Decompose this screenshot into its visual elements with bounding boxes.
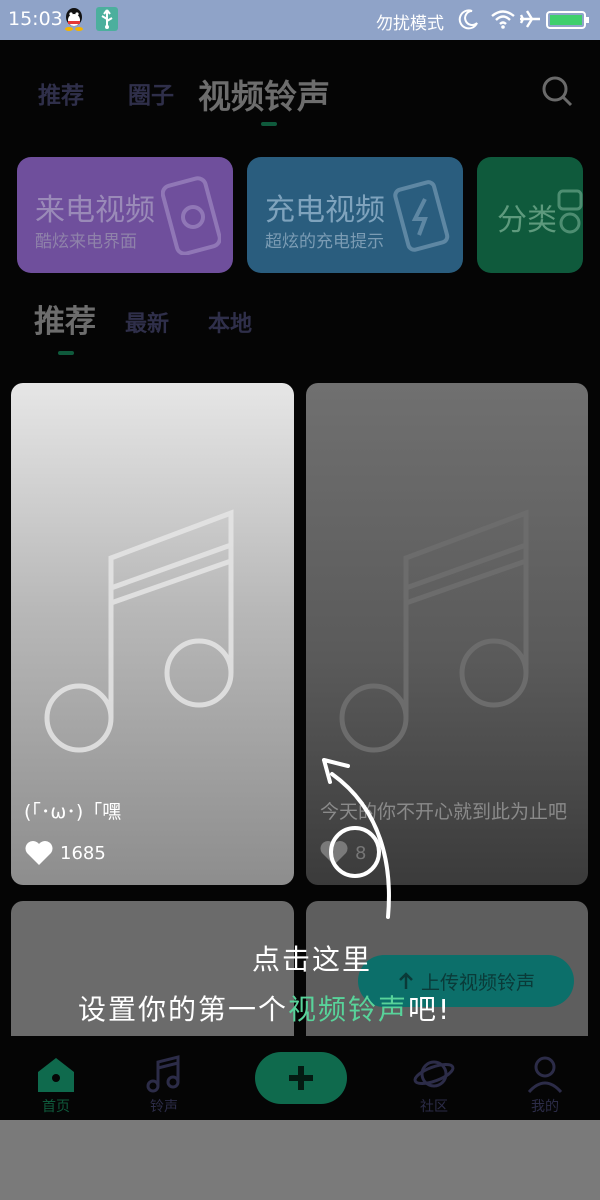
battery-charge-icon bbox=[393, 180, 450, 252]
plus-icon bbox=[289, 1066, 313, 1090]
nav-label: 社区 bbox=[420, 1099, 448, 1115]
moon-icon bbox=[458, 9, 478, 30]
tab-local[interactable]: 本地 bbox=[208, 306, 252, 338]
banner-title: 来电视频 bbox=[35, 193, 155, 228]
bottom-nav: 首页 铃声 社区 我的 bbox=[0, 1036, 600, 1120]
dnd-text: 勿扰模式 bbox=[376, 14, 444, 34]
video-card[interactable]: (「･ω･)「嘿 1685 bbox=[11, 383, 294, 885]
tab-circle[interactable]: 圈子 bbox=[128, 76, 174, 110]
user-icon bbox=[527, 1056, 563, 1094]
status-time: 15:03 bbox=[8, 8, 63, 30]
card-title: (「･ω･)「嘿 bbox=[24, 801, 122, 823]
category-icon bbox=[557, 189, 583, 234]
guide-text-suffix: 吧! bbox=[408, 993, 452, 1026]
home-icon bbox=[38, 1058, 74, 1092]
nav-label: 铃声 bbox=[150, 1099, 178, 1115]
search-icon[interactable] bbox=[540, 74, 574, 108]
guide-text-line1: 点击这里 bbox=[252, 943, 373, 976]
nav-label: 我的 bbox=[531, 1099, 559, 1115]
banner-title: 分类 bbox=[497, 203, 557, 238]
banner-subtitle: 酷炫来电界面 bbox=[35, 232, 137, 252]
like-count-value: 1685 bbox=[60, 842, 106, 864]
status-bar: 15:03 勿扰模式 bbox=[0, 0, 600, 40]
banner-charging-video[interactable]: 充电视频 超炫的充电提示 bbox=[247, 157, 463, 273]
nav-community[interactable]: 社区 bbox=[394, 1054, 474, 1116]
banner-subtitle: 超炫的充电提示 bbox=[265, 232, 384, 252]
banner-category[interactable]: 分类 bbox=[477, 157, 583, 273]
tab-recommend[interactable]: 推荐 bbox=[38, 76, 84, 110]
guide-arrow-icon bbox=[322, 758, 391, 919]
qq-icon bbox=[65, 8, 83, 31]
banner-title: 充电视频 bbox=[265, 193, 385, 228]
active-tab-indicator bbox=[261, 122, 277, 126]
system-nav-area bbox=[0, 1120, 600, 1200]
banner-incoming-call-video[interactable]: 来电视频 酷炫来电界面 bbox=[17, 157, 233, 273]
app-main: 推荐 圈子 视频铃声 来电视频 酷炫来电界面 充电视频 超炫的充电提示 分类 推… bbox=[0, 40, 600, 1120]
music-note-icon bbox=[44, 509, 234, 753]
phone-icon bbox=[161, 176, 221, 255]
guide-text-highlight: 视频铃声 bbox=[288, 993, 409, 1026]
like-count[interactable]: 1685 bbox=[24, 840, 106, 866]
heart-icon bbox=[25, 841, 53, 865]
top-tab-bar: 推荐 圈子 视频铃声 bbox=[0, 40, 600, 140]
tab-latest[interactable]: 最新 bbox=[125, 306, 169, 338]
guide-text-line2: 设置你的第一个视频铃声吧! bbox=[78, 988, 451, 1028]
usb-icon bbox=[96, 7, 118, 31]
planet-icon bbox=[413, 1060, 455, 1088]
tab-video-ringtone[interactable]: 视频铃声 bbox=[198, 70, 330, 118]
nav-me[interactable]: 我的 bbox=[505, 1054, 585, 1116]
nav-home[interactable]: 首页 bbox=[16, 1054, 96, 1116]
wifi-icon bbox=[491, 10, 515, 29]
airplane-icon bbox=[519, 10, 540, 28]
music-note-icon bbox=[339, 509, 529, 753]
tab-recommended[interactable]: 推荐 bbox=[34, 296, 96, 341]
nav-label: 首页 bbox=[42, 1099, 70, 1115]
battery-icon bbox=[546, 11, 589, 29]
guide-text-prefix: 设置你的第一个 bbox=[78, 993, 289, 1026]
create-button[interactable] bbox=[255, 1052, 347, 1104]
nav-ringtone[interactable]: 铃声 bbox=[124, 1054, 204, 1116]
music-note-icon bbox=[146, 1055, 180, 1093]
content-tab-indicator bbox=[58, 351, 74, 355]
